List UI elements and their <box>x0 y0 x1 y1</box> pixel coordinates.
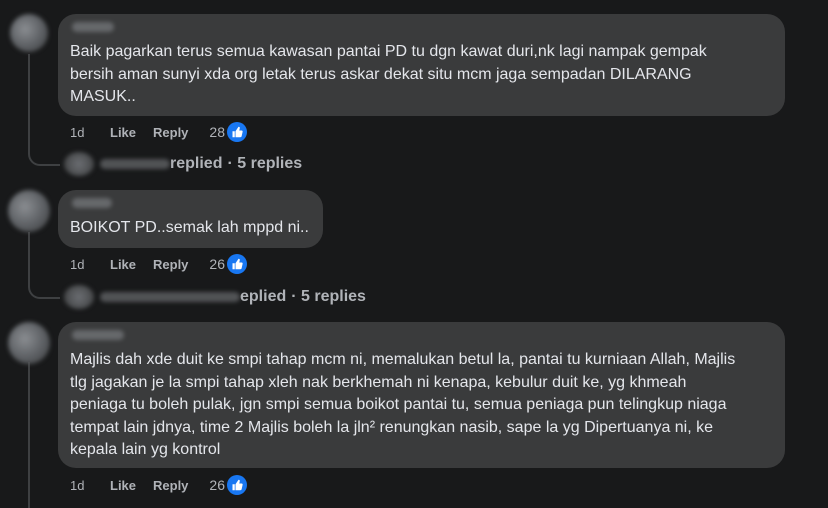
replier-name-blurred <box>100 159 170 169</box>
replier-name-blurred <box>100 292 240 302</box>
avatar <box>64 285 94 309</box>
view-replies[interactable]: replied · 5 replies <box>64 152 302 176</box>
thread-line <box>28 54 30 152</box>
replied-label: eplied <box>240 288 287 305</box>
like-button[interactable]: Like <box>110 478 136 493</box>
comment-text: Majlis dah xde duit ke smpi tahap mcm ni… <box>70 351 736 458</box>
author-name-blurred[interactable] <box>72 22 114 32</box>
thumbs-up-icon[interactable] <box>227 254 247 274</box>
comment-time[interactable]: 1d <box>70 257 110 272</box>
reply-button[interactable]: Reply <box>153 125 188 140</box>
comment-actions: 1d Like Reply 28 <box>70 122 247 142</box>
reply-count: · 5 replies <box>227 155 303 172</box>
thread-line <box>28 232 30 285</box>
avatar[interactable] <box>8 322 50 364</box>
avatar[interactable] <box>10 14 48 52</box>
comment-time[interactable]: 1d <box>70 125 110 140</box>
thread-curve <box>28 285 60 299</box>
comment-bubble: Majlis dah xde duit ke smpi tahap mcm ni… <box>58 322 785 468</box>
avatar[interactable] <box>8 190 50 232</box>
thumbs-up-icon[interactable] <box>227 122 247 142</box>
comment-bubble: Baik pagarkan terus semua kawasan pantai… <box>58 14 785 116</box>
author-name-blurred[interactable] <box>72 330 124 340</box>
comment-actions: 1d Like Reply 26 <box>70 254 247 274</box>
view-replies[interactable]: eplied · 5 replies <box>64 285 366 309</box>
thread-line <box>28 362 30 508</box>
like-button[interactable]: Like <box>110 257 136 272</box>
reaction-count[interactable]: 26 <box>209 477 225 493</box>
thumbs-up-icon[interactable] <box>227 475 247 495</box>
reply-count: · 5 replies <box>291 288 366 305</box>
replied-label: replied <box>170 155 223 172</box>
comment-bubble: BOIKOT PD..semak lah mppd ni.. <box>58 190 323 248</box>
avatar <box>64 152 94 176</box>
reaction-count[interactable]: 28 <box>209 124 225 140</box>
comment-time[interactable]: 1d <box>70 478 110 493</box>
comment-actions: 1d Like Reply 26 <box>70 475 247 495</box>
reply-button[interactable]: Reply <box>153 478 188 493</box>
comment-text: Baik pagarkan terus semua kawasan pantai… <box>70 43 707 105</box>
comment-text: BOIKOT PD..semak lah mppd ni.. <box>70 219 309 236</box>
author-name-blurred[interactable] <box>72 198 112 208</box>
reply-button[interactable]: Reply <box>153 257 188 272</box>
like-button[interactable]: Like <box>110 125 136 140</box>
thread-curve <box>28 152 60 166</box>
reaction-count[interactable]: 26 <box>209 256 225 272</box>
